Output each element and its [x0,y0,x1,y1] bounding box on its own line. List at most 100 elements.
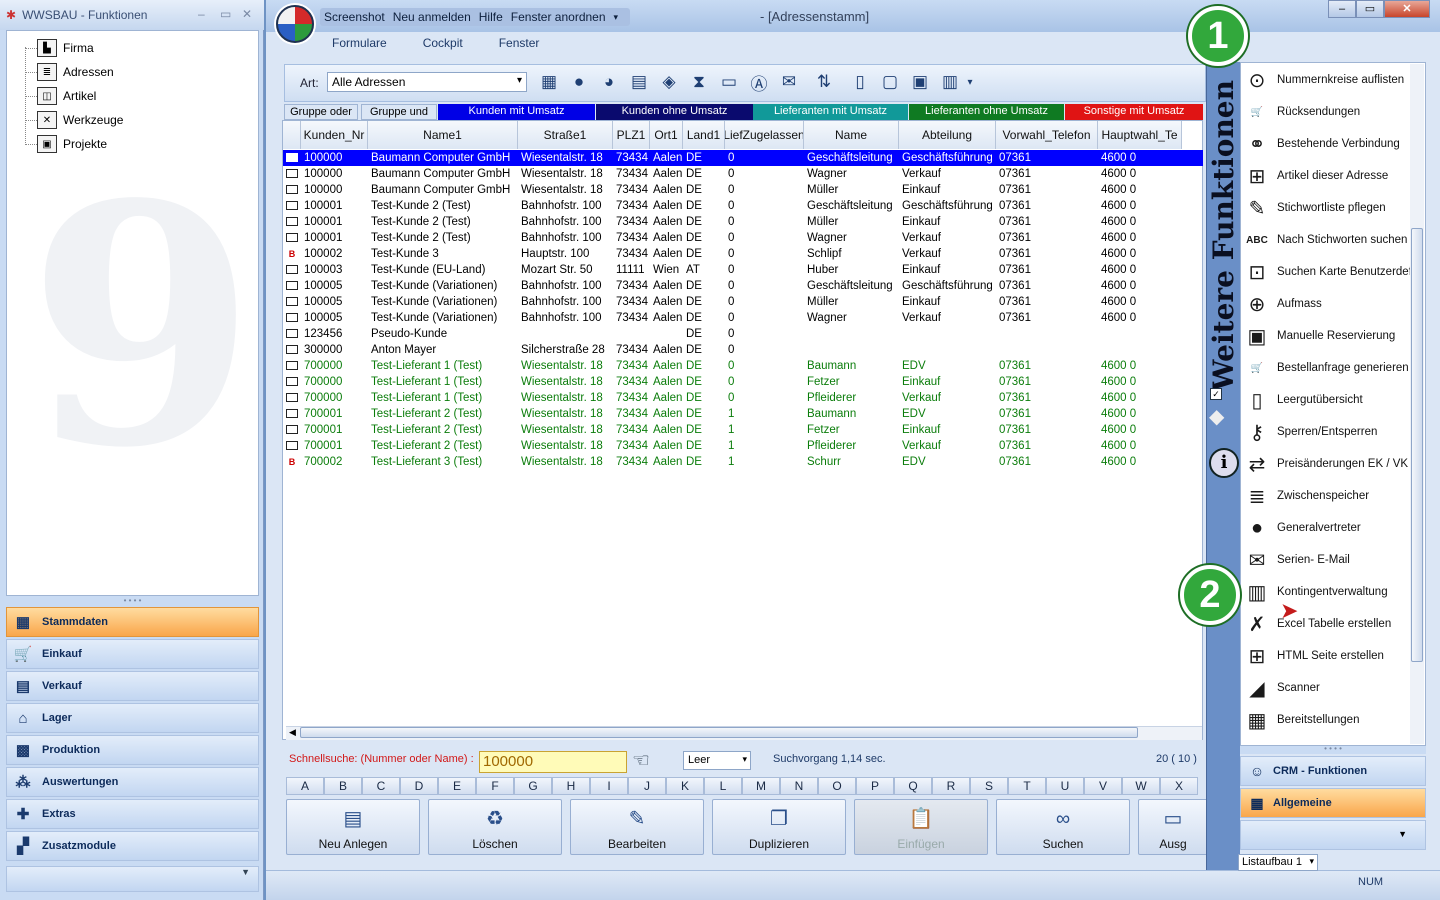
group-kunden-mit-umsatz[interactable]: Kunden mit Umsatz [438,104,595,120]
letter-filter-b[interactable]: B [324,777,362,795]
application-menu-button[interactable] [276,5,314,43]
group-lieferanten-ohne-umsatz[interactable]: Lieferanten ohne Umsatz [909,104,1064,120]
function-bereitstellungen[interactable]: ▦ Bereitstellungen [1243,704,1360,736]
column-header-land1[interactable]: Land1 [683,121,725,149]
vertical-scroll-thumb[interactable] [1411,228,1423,662]
quick-access-screenshot[interactable]: Screenshot [324,10,385,24]
column-header-vorwahl-telefon[interactable]: Vorwahl_Telefon [996,121,1098,149]
function-aufmass[interactable]: ⊕ Aufmass [1243,288,1322,320]
filter-select[interactable]: Leer [683,751,751,770]
column-header-stra-e1[interactable]: Straße1 [518,121,613,149]
function-bestellanfrage-generieren[interactable]: 🛒 Bestellanfrage generieren [1243,352,1409,384]
table-icon[interactable]: ▥ [938,70,962,94]
function-excel-tabelle-erstellen[interactable]: ✗ Excel Tabelle erstellen [1243,608,1392,640]
letter-filter-k[interactable]: K [666,777,704,795]
löschen-button[interactable]: ♻ Löschen [428,799,562,855]
function-html-seite-erstellen[interactable]: ⊞ HTML Seite erstellen [1243,640,1384,672]
eraser-icon[interactable]: ◆ [1209,404,1224,429]
function-zwischenspeicher[interactable]: ≣ Zwischenspeicher [1243,480,1369,512]
letter-filter-g[interactable]: G [514,777,552,795]
letter-filter-j[interactable]: J [628,777,666,795]
nav-stammdaten[interactable]: ▦ Stammdaten [6,607,259,637]
letter-filter-w[interactable]: W [1122,777,1160,795]
quicksearch-input[interactable]: 100000 [479,751,627,773]
bearbeiten-button[interactable]: ✎ Bearbeiten [570,799,704,855]
column-header-ort1[interactable]: Ort1 [650,121,683,149]
table-row[interactable]: 700001 Test-Lieferant 2 (Test) Wiesentalst… [283,406,1203,422]
letter-filter-h[interactable]: H [552,777,590,795]
person-icon[interactable]: ● [567,70,591,94]
table-row[interactable]: 700000 Test-Lieferant 1 (Test) Wiesentalst… [283,374,1203,390]
right-splitter[interactable]: • • • • [1240,745,1426,754]
function-scanner[interactable]: ◢ Scanner [1243,672,1320,704]
nav-extras[interactable]: ✚ Extras [6,799,259,829]
column-header-hauptwahl-te[interactable]: Hauptwahl_Te [1098,121,1182,149]
column-header-abteilung[interactable]: Abteilung [899,121,996,149]
letter-filter-q[interactable]: Q [894,777,932,795]
maximize-icon[interactable]: ▭ [220,7,231,21]
letter-filter-x[interactable]: X [1160,777,1198,795]
more-icon[interactable]: ▾ [964,70,976,94]
hourglass-icon[interactable]: ⧗ [687,70,711,94]
close-button[interactable]: ✕ [1384,0,1430,18]
column-header-plz1[interactable]: PLZ1 [613,121,650,149]
nav-pane-options[interactable]: ▼ [6,866,259,892]
function-manuelle-reservierung[interactable]: ▣ Manuelle Reservierung [1243,320,1396,352]
letter-filter-a[interactable]: A [286,777,324,795]
sort-az-icon[interactable]: Ⓐ [747,70,771,94]
pointing-hand-icon[interactable]: ☜ [632,748,650,773]
column-header-name1[interactable]: Name1 [368,121,518,149]
scroll-left-icon[interactable]: ◀ [289,727,296,738]
tab-cockpit[interactable]: Cockpit [423,36,463,50]
quick-access-hilfe[interactable]: Hilfe [479,10,503,24]
table-row[interactable]: 700001 Test-Lieferant 2 (Test) Wiesentalst… [283,438,1203,454]
table-row[interactable]: 100005 Test-Kunde (Variationen) Bahnhofstr… [283,294,1203,310]
letter-filter-f[interactable]: F [476,777,514,795]
column-header-name[interactable]: Name [804,121,899,149]
art-select[interactable]: Alle Adressen [327,72,527,92]
nav-zusatzmodule[interactable]: ▞ Zusatzmodule [6,831,259,861]
neu-anlegen-button[interactable]: ▤ Neu Anlegen [286,799,420,855]
letter-filter-i[interactable]: I [590,777,628,795]
letter-filter-s[interactable]: S [970,777,1008,795]
table-row[interactable]: 700000 Test-Lieferant 1 (Test) Wiesentalst… [283,390,1203,406]
table-row[interactable]: 100000 Baumann Computer GmbH Wiesentalstr.… [283,182,1203,198]
cube-icon[interactable]: ◈ [657,70,681,94]
letter-filter-l[interactable]: L [704,777,742,795]
minimize-button[interactable]: – [1328,0,1356,18]
calendar-icon[interactable]: ▦ [537,70,561,94]
group-sonstige-mit-umsatz[interactable]: Sonstige mit Umsatz [1065,104,1203,120]
function-serien-e-mail[interactable]: ✉ Serien- E-Mail [1243,544,1350,576]
suchen-button[interactable]: ∞ Suchen [996,799,1130,855]
letter-filter-m[interactable]: M [742,777,780,795]
nav-produktion[interactable]: ▩ Produktion [6,735,259,765]
letter-filter-r[interactable]: R [932,777,970,795]
table-row[interactable]: 700000 Test-Lieferant 1 (Test) Wiesentalst… [283,358,1203,374]
window-grid-icon[interactable]: ▣ [908,70,932,94]
einfügen-button[interactable]: 📋 Einfügen [854,799,988,855]
duplizieren-button[interactable]: ❐ Duplizieren [712,799,846,855]
table-row[interactable]: 100001 Test-Kunde 2 (Test) Bahnhofstr. 100… [283,230,1203,246]
function-bestehende-verbindung[interactable]: ⚭ Bestehende Verbindung [1243,128,1400,160]
table-row[interactable]: 100005 Test-Kunde (Variationen) Bahnhofstr… [283,310,1203,326]
tree-item-firma[interactable]: ▙ Firma [37,37,94,59]
letter-filter-c[interactable]: C [362,777,400,795]
letter-filter-t[interactable]: T [1008,777,1046,795]
pin-checkbox[interactable]: ✓ [1210,388,1222,400]
function-preisänderungen-ek-vk[interactable]: ⇄ Preisänderungen EK / VK [1243,448,1408,480]
function-sperren-entsperren[interactable]: ⚷ Sperren/Entsperren [1243,416,1378,448]
maximize-button[interactable]: ▭ [1356,0,1384,18]
letter-filter-d[interactable]: D [400,777,438,795]
section-allgemeine[interactable]: ▦ Allgemeine [1240,788,1426,818]
table-row[interactable]: 100003 Test-Kunde (EU-Land) Mozart Str. 50… [283,262,1203,278]
group-gruppe-oder[interactable]: Gruppe oder [284,104,358,120]
right-pane-options[interactable]: ▼ [1240,820,1426,850]
function-generalvertreter[interactable]: ● Generalvertreter [1243,512,1361,544]
function-stichwortliste-pflegen[interactable]: ✎ Stichwortliste pflegen [1243,192,1386,224]
table-row[interactable]: 100000 Baumann Computer GmbH Wiesentalstr.… [283,150,1203,166]
ausg-button[interactable]: ▭ Ausg [1138,799,1208,855]
letter-filter-o[interactable]: O [818,777,856,795]
quick-access-fenster-anordnen[interactable]: Fenster anordnen [511,10,606,24]
window-icon[interactable]: ▯ [848,70,872,94]
contact-icon[interactable]: ◕ [597,70,621,94]
